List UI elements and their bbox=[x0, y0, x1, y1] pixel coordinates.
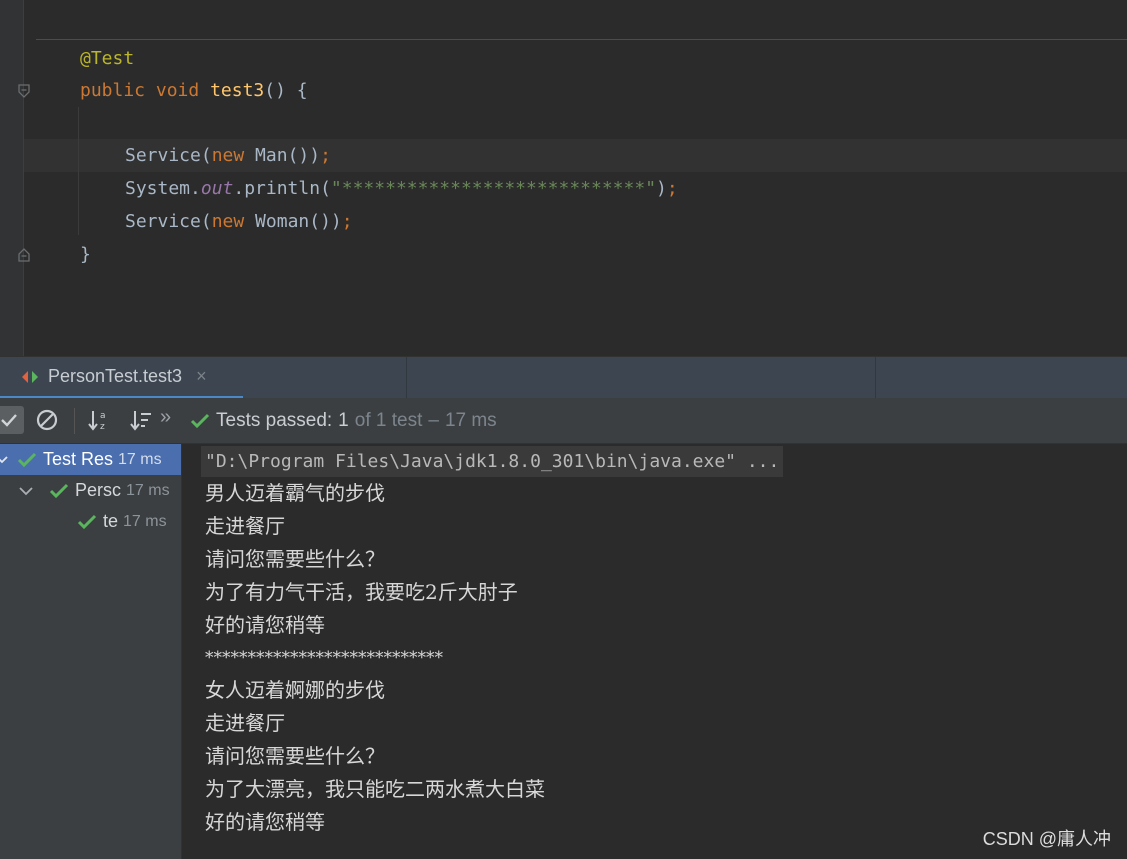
test-run-icon bbox=[22, 370, 38, 383]
code-line-println: System.out.println("********************… bbox=[125, 172, 678, 205]
console-line: 男人迈着霸气的步伐 bbox=[205, 481, 385, 505]
toolbar-separator bbox=[74, 408, 75, 434]
svg-text:a: a bbox=[100, 411, 106, 421]
console-line: 走进餐厅 bbox=[205, 711, 285, 735]
chevron-down-icon[interactable] bbox=[0, 455, 8, 465]
semicolon: ; bbox=[320, 145, 331, 166]
console-line: 走进餐厅 bbox=[205, 514, 285, 538]
tree-item-test-results[interactable]: Test Res 17 ms bbox=[0, 444, 181, 475]
callee-token: Service( bbox=[125, 145, 212, 166]
string-literal: "****************************" bbox=[330, 178, 657, 199]
console-line: 为了有力气干活，我要吃2斤大肘子 bbox=[205, 580, 518, 604]
out-field: out bbox=[200, 178, 234, 199]
test-status: Tests passed: 1 of 1 test – 17 ms bbox=[190, 398, 497, 444]
sort-alphabetically-button[interactable]: a z bbox=[86, 407, 112, 433]
code-line-closing-brace: } bbox=[80, 238, 91, 271]
new-keyword: new bbox=[211, 145, 245, 166]
status-label: Tests passed: bbox=[216, 410, 333, 431]
passed-check-icon bbox=[17, 452, 37, 467]
console-line: 好的请您稍等 bbox=[205, 810, 325, 834]
tab-separator bbox=[406, 357, 407, 399]
console-output[interactable]: "D:\Program Files\Java\jdk1.8.0_301\bin\… bbox=[183, 444, 1127, 859]
println-call: .println( bbox=[233, 178, 331, 199]
tab-person-test[interactable]: PersonTest.test3 × bbox=[0, 357, 243, 399]
code-line-service-man: Service(new Man()); bbox=[125, 139, 331, 172]
system-token: System. bbox=[125, 178, 201, 199]
sort-alpha-icon: a z bbox=[88, 411, 106, 432]
closing-brace: } bbox=[80, 244, 91, 265]
call-tail: Woman()) bbox=[244, 211, 342, 232]
svg-text:z: z bbox=[100, 422, 105, 432]
sort-by-duration-button[interactable] bbox=[128, 407, 154, 433]
fold-end-icon[interactable] bbox=[17, 248, 31, 262]
tree-item-label: te bbox=[103, 511, 119, 531]
tree-item-test3[interactable]: te 17 ms bbox=[0, 506, 181, 537]
check-icon bbox=[1, 414, 17, 427]
console-line: 请问您需要些什么？ bbox=[205, 547, 385, 571]
return-type-token: void bbox=[155, 80, 200, 101]
semicolon: ; bbox=[666, 178, 678, 199]
console-line: 女人迈着婀娜的步伐 bbox=[205, 678, 385, 702]
status-dash: – bbox=[428, 410, 439, 431]
tree-item-duration: 17 ms bbox=[123, 512, 167, 530]
passed-check-icon bbox=[49, 483, 69, 498]
close-paren: ) bbox=[656, 178, 667, 199]
show-passed-toggle[interactable] bbox=[0, 406, 24, 434]
test-results-tree: Test Res 17 ms Persc 17 ms te 17 ms bbox=[0, 444, 182, 859]
semicolon: ; bbox=[341, 211, 353, 232]
total-duration: 17 ms bbox=[444, 410, 497, 431]
watermark: CSDN @庸人冲 bbox=[982, 829, 1111, 849]
annotation-token: @Test bbox=[80, 48, 135, 69]
signature-suffix: () { bbox=[264, 80, 308, 101]
method-separator bbox=[36, 39, 1127, 40]
method-name-token: test3 bbox=[210, 80, 265, 101]
editor-gutter bbox=[0, 0, 24, 356]
console-line: 为了大漂亮，我只能吃二两水煮大白菜 bbox=[205, 777, 545, 801]
new-keyword: new bbox=[211, 211, 245, 232]
fold-start-icon[interactable] bbox=[17, 84, 31, 98]
run-tab-bar: PersonTest.test3 × bbox=[0, 356, 1127, 399]
total-tests: of 1 test bbox=[354, 410, 423, 431]
passed-check-icon bbox=[77, 514, 97, 529]
indent-guide bbox=[78, 107, 79, 235]
tree-item-label: Test Res bbox=[43, 449, 114, 469]
ignored-icon bbox=[36, 409, 58, 431]
modifier-token: public bbox=[80, 80, 146, 101]
tree-item-label: Persc bbox=[75, 480, 122, 500]
code-line-signature: public void test3() { bbox=[80, 74, 308, 107]
tab-separator bbox=[875, 357, 876, 399]
close-icon[interactable]: × bbox=[196, 366, 207, 387]
sort-duration-icon bbox=[130, 411, 151, 431]
passed-check-icon bbox=[190, 413, 210, 429]
tree-item-person-test[interactable]: Persc 17 ms bbox=[0, 475, 181, 506]
console-line: 好的请您稍等 bbox=[205, 613, 325, 637]
java-command-line[interactable]: "D:\Program Files\Java\jdk1.8.0_301\bin\… bbox=[201, 446, 784, 477]
show-ignored-button[interactable] bbox=[34, 407, 60, 433]
test-runner-toolbar: a z » Tests passed: 1 of 1 test – 17 ms bbox=[0, 398, 1127, 444]
chevron-down-icon[interactable] bbox=[19, 486, 33, 496]
callee-token: Service( bbox=[125, 211, 212, 232]
tree-item-duration: 17 ms bbox=[126, 481, 170, 499]
tab-title: PersonTest.test3 bbox=[48, 366, 183, 386]
code-line-service-woman: Service(new Woman()); bbox=[125, 205, 353, 238]
tree-item-duration: 17 ms bbox=[118, 450, 162, 468]
previous-method-fragment bbox=[30, 0, 120, 4]
more-actions-button[interactable]: » bbox=[160, 406, 171, 429]
passed-count: 1 bbox=[338, 410, 349, 431]
code-line-annotation: @Test bbox=[80, 42, 134, 75]
call-tail: Man()) bbox=[244, 145, 321, 166]
console-line-separator: **************************** bbox=[205, 648, 443, 668]
code-editor[interactable]: @Test public void test3() { Service(new … bbox=[0, 0, 1127, 356]
console-line: 请问您需要些什么？ bbox=[205, 744, 385, 768]
